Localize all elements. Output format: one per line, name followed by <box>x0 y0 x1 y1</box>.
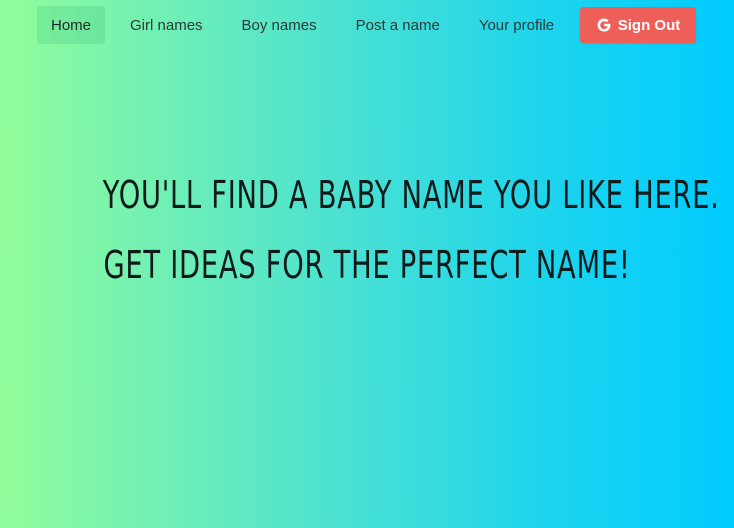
hero-line-1: You'll find a baby name you like here. <box>102 173 720 217</box>
sign-out-button[interactable]: Sign Out <box>580 7 696 43</box>
nav-post-a-name[interactable]: Post a name <box>342 6 454 44</box>
nav-boy-names[interactable]: Boy names <box>228 6 331 44</box>
sign-out-label: Sign Out <box>617 16 681 34</box>
google-icon <box>596 17 612 33</box>
nav-home[interactable]: Home <box>37 6 106 44</box>
top-navbar: Home Girl names Boy names Post a name Yo… <box>37 6 696 44</box>
nav-girl-names[interactable]: Girl names <box>116 6 217 44</box>
nav-your-profile[interactable]: Your profile <box>465 6 568 44</box>
hero-section: You'll find a baby name you like here. G… <box>0 160 734 300</box>
hero-line-2: Get ideas for the perfect name! <box>103 243 631 287</box>
